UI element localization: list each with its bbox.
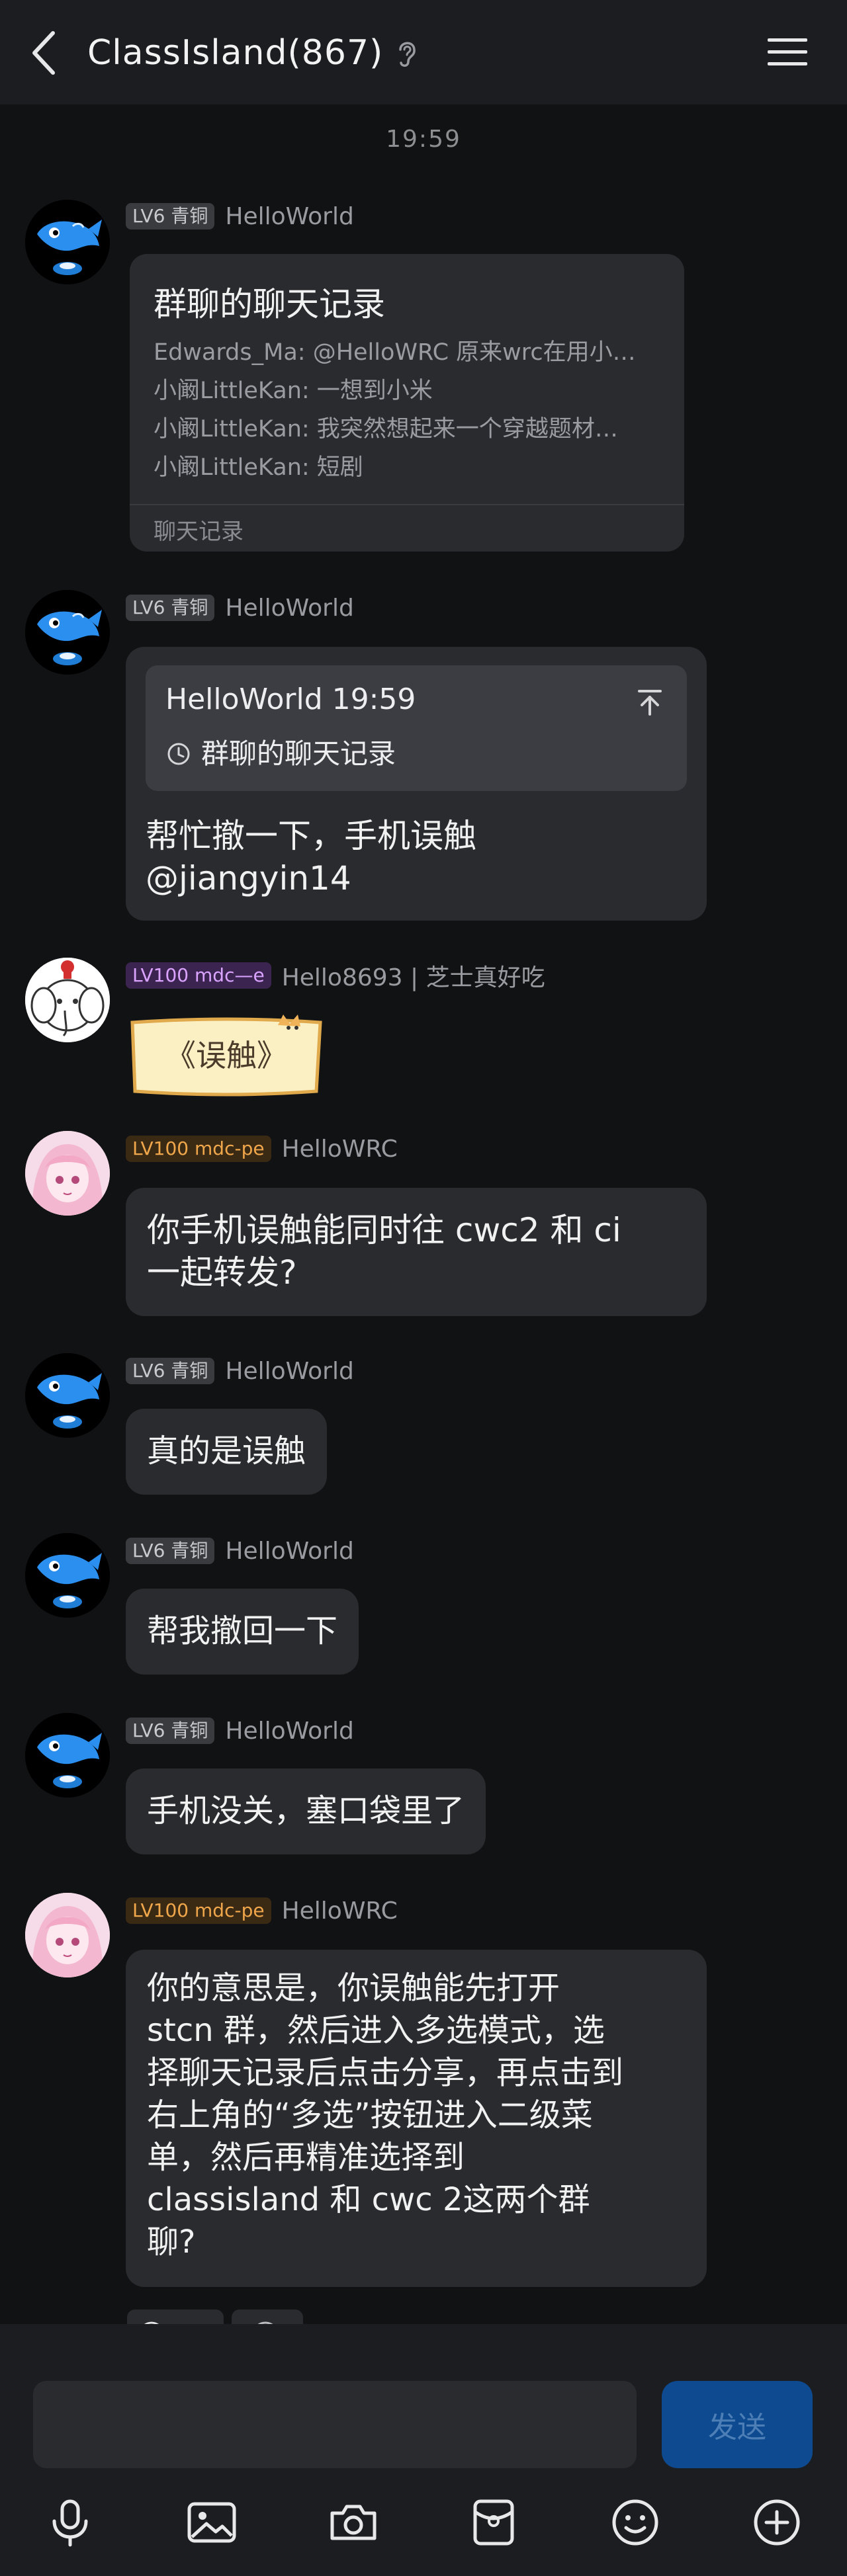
message-bubble[interactable]: 你手机误触能同时往 cwc2 和 ci 一起转发? xyxy=(126,1188,707,1316)
blue-fish-avatar-icon xyxy=(25,590,110,675)
message-text-line: @jiangyin14 xyxy=(146,859,351,897)
card-footer: 聊天记录 xyxy=(154,519,244,545)
message-timestamp: 19:59 xyxy=(386,126,461,153)
message-meta: LV100 mdc—e Hello8693 | 芝士真好吃 xyxy=(126,960,545,991)
avatar[interactable] xyxy=(25,590,110,675)
sender-name[interactable]: HelloWRC xyxy=(282,1897,398,1925)
blue-fish-avatar-icon xyxy=(25,1353,110,1438)
message-meta: LV100 mdc-pe HelloWRC xyxy=(126,1134,398,1164)
top-bar: ClassIsland(867) xyxy=(0,0,847,104)
chat-title: ClassIsland(867) xyxy=(87,33,384,73)
level-badge: LV6 青铜 xyxy=(126,1718,215,1744)
level-badge: LV100 mdc—e xyxy=(126,962,271,989)
avatar[interactable] xyxy=(25,1533,110,1618)
menu-icon[interactable] xyxy=(766,36,809,69)
red-packet-icon[interactable] xyxy=(467,2496,520,2549)
message-text-line: 择聊天记录后点击分享，再点击到 xyxy=(147,2054,624,2091)
card-title: 群聊的聊天记录 xyxy=(154,285,385,323)
message-text-line: 一起转发? xyxy=(147,1253,297,1292)
message-meta: LV6 青铜 HelloWorld xyxy=(126,1716,354,1746)
message-text-line: 右上角的“多选”按钮进入二级菜 xyxy=(147,2097,593,2134)
input-toolbar xyxy=(0,2476,847,2576)
camera-icon[interactable] xyxy=(327,2496,380,2549)
ear-icon xyxy=(399,42,416,67)
sender-name[interactable]: HelloWorld xyxy=(225,1358,353,1385)
sender-name[interactable]: HelloWorld xyxy=(225,1718,353,1745)
message-bubble[interactable]: 真的是误触 xyxy=(126,1409,328,1495)
message-text-line: 聊? xyxy=(147,2223,196,2261)
message-bubble[interactable]: HelloWorld 19:59 群聊的聊天记录 帮忙撤一下，手机误触 @jia… xyxy=(126,647,707,921)
sticker-text: 《误触》 xyxy=(165,1038,287,1073)
card-line: 小阚LittleKan: 我突然想起来一个穿越题材… xyxy=(154,416,618,442)
mic-icon[interactable] xyxy=(44,2496,97,2549)
card-line: Edwards_Ma: @HelloWRC 原来wrc在用小… xyxy=(154,339,636,366)
level-badge: LV100 mdc-pe xyxy=(126,1897,271,1924)
sender-name[interactable]: HelloWorld xyxy=(225,595,353,622)
anime-girl-avatar-icon xyxy=(25,1131,110,1216)
blue-fish-avatar-icon xyxy=(25,200,110,284)
level-badge: LV6 青铜 xyxy=(126,1538,215,1564)
message-bubble[interactable]: 你的意思是，你误触能先打开 stcn 群，然后进入多选模式，选 择聊天记录后点击… xyxy=(126,1950,707,2287)
message-text-line: stcn 群，然后进入多选模式，选 xyxy=(147,2012,605,2049)
avatar[interactable] xyxy=(25,200,110,284)
avatar[interactable] xyxy=(25,1131,110,1216)
sender-name[interactable]: HelloWorld xyxy=(225,1538,353,1565)
card-divider xyxy=(130,504,684,505)
emoji-icon[interactable] xyxy=(609,2496,662,2549)
message-text-line: 帮忙撤一下，手机误触 xyxy=(146,817,476,855)
message-bubble[interactable]: 帮我撤回一下 xyxy=(126,1589,359,1675)
message-meta: LV6 青铜 HelloWorld xyxy=(126,1356,354,1386)
chat-title-wrap: ClassIsland(867) xyxy=(87,29,419,77)
plus-icon[interactable] xyxy=(750,2496,803,2549)
elephant-avatar-icon xyxy=(25,958,110,1042)
sender-name[interactable]: HelloWRC xyxy=(282,1136,398,1163)
blue-fish-avatar-icon xyxy=(25,1533,110,1618)
sender-name[interactable]: HelloWorld xyxy=(225,203,353,230)
message-text-line: 你的意思是，你误触能先打开 xyxy=(147,1970,560,2007)
jump-to-top-icon[interactable] xyxy=(635,688,664,717)
avatar[interactable] xyxy=(25,1893,110,1977)
composer: 发送 xyxy=(0,2324,847,2476)
sender-name[interactable]: Hello8693 | 芝士真好吃 xyxy=(282,958,545,993)
back-arrow-icon[interactable] xyxy=(28,29,61,77)
level-badge: LV6 青铜 xyxy=(126,203,215,229)
avatar[interactable] xyxy=(25,1713,110,1798)
message-input[interactable] xyxy=(33,2381,637,2468)
forwarded-chat-card[interactable]: 群聊的聊天记录 Edwards_Ma: @HelloWRC 原来wrc在用小… … xyxy=(130,254,684,552)
avatar[interactable] xyxy=(25,958,110,1042)
message-text-line: classisland 和 cwc 2这两个群 xyxy=(147,2181,590,2218)
sticker-message[interactable]: 《误触》 xyxy=(127,1015,326,1099)
message-bubble[interactable]: 手机没关，塞口袋里了 xyxy=(126,1768,486,1854)
message-meta: LV6 青铜 HelloWorld xyxy=(126,1536,354,1566)
level-badge: LV6 青铜 xyxy=(126,1358,215,1384)
quote-text: 群聊的聊天记录 xyxy=(201,737,396,770)
card-line: 小阚LittleKan: 短剧 xyxy=(154,454,363,481)
level-badge: LV6 青铜 xyxy=(126,595,215,621)
quote-header: HelloWorld 19:59 xyxy=(165,683,416,716)
message-text-line: 单，然后再精准选择到 xyxy=(147,2139,465,2176)
anime-girl-avatar-icon xyxy=(25,1893,110,1977)
message-meta: LV100 mdc-pe HelloWRC xyxy=(126,1895,398,1926)
message-meta: LV6 青铜 HelloWorld xyxy=(126,593,354,623)
avatar[interactable] xyxy=(25,1353,110,1438)
send-button[interactable]: 发送 xyxy=(662,2381,813,2468)
message-meta: LV6 青铜 HelloWorld xyxy=(126,201,354,231)
clock-icon xyxy=(167,743,190,765)
image-icon[interactable] xyxy=(185,2496,238,2549)
blue-fish-avatar-icon xyxy=(25,1713,110,1798)
level-badge: LV100 mdc-pe xyxy=(126,1136,271,1162)
reply-quote[interactable]: HelloWorld 19:59 群聊的聊天记录 xyxy=(146,665,687,791)
message-text-line: 你手机误触能同时往 cwc2 和 ci xyxy=(147,1211,621,1249)
card-line: 小阚LittleKan: 一想到小米 xyxy=(154,378,433,404)
